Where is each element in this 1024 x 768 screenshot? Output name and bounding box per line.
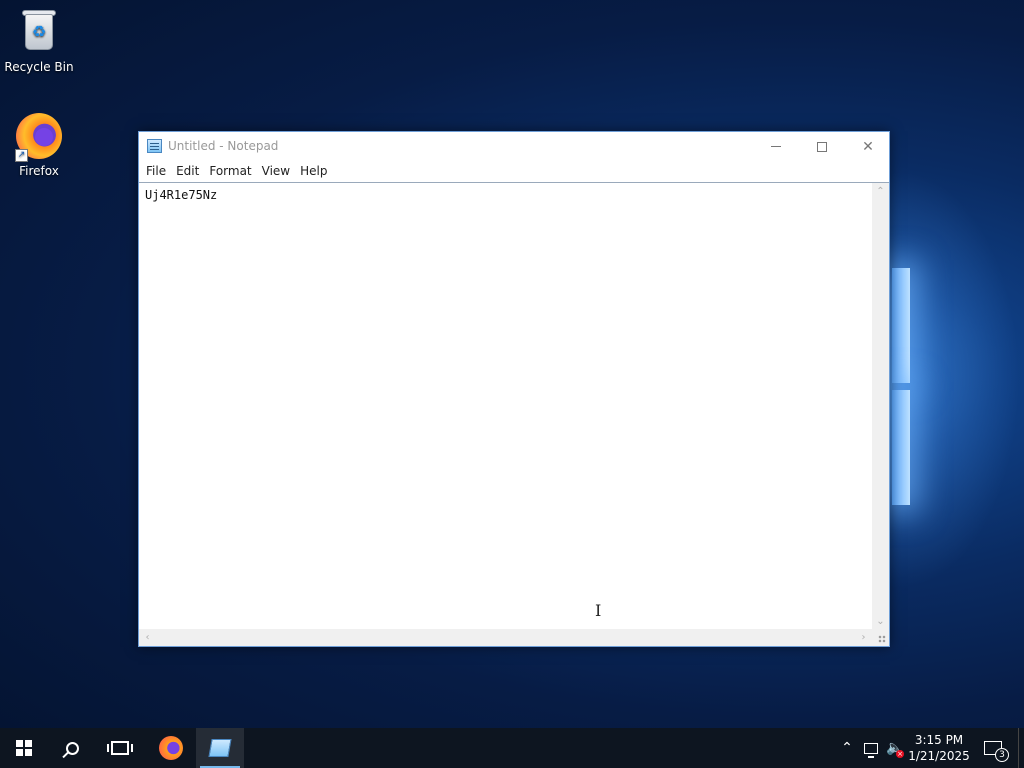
clock[interactable]: 3:15 PM 1/21/2025	[908, 728, 970, 768]
text-cursor-icon: I	[595, 601, 602, 620]
network-button[interactable]	[860, 728, 882, 768]
recycle-bin-icon: ♻	[20, 8, 58, 52]
taskbar: ⌃ 🔈 × 3:15 PM 1/21/2025 3	[0, 728, 1024, 768]
vertical-scrollbar[interactable]: ⌃ ⌄	[872, 183, 889, 630]
clock-time: 3:15 PM	[914, 733, 964, 747]
mute-icon: ×	[896, 750, 904, 758]
notepad-icon	[208, 739, 232, 757]
menu-bar: File Edit Format View Help	[139, 161, 889, 182]
firefox-label: Firefox	[19, 164, 59, 178]
maximize-button[interactable]	[799, 132, 845, 161]
notification-count-badge: 3	[995, 748, 1009, 762]
menu-help[interactable]: Help	[295, 161, 332, 182]
task-view-button[interactable]	[96, 728, 144, 768]
taskbar-notepad-button[interactable]	[196, 728, 244, 768]
notification-icon: 3	[984, 741, 1009, 762]
volume-button[interactable]: 🔈 ×	[884, 728, 906, 768]
notepad-window: Untitled - Notepad ✕ File Edit Format Vi…	[138, 131, 890, 647]
clock-date: 1/21/2025	[908, 749, 970, 763]
menu-edit[interactable]: Edit	[171, 161, 204, 182]
firefox-icon	[159, 736, 183, 760]
network-icon	[864, 742, 878, 758]
menu-file[interactable]: File	[141, 161, 171, 182]
scroll-down-icon[interactable]: ⌄	[872, 613, 889, 630]
windows-wallpaper-logo	[880, 240, 960, 540]
action-center-button[interactable]: 3	[978, 728, 1009, 768]
search-button[interactable]	[48, 728, 96, 768]
recycle-bin-label: Recycle Bin	[4, 60, 74, 74]
menu-format[interactable]: Format	[204, 161, 256, 182]
scroll-right-icon[interactable]: ›	[855, 629, 872, 646]
minimize-button[interactable]	[753, 132, 799, 161]
search-icon	[65, 741, 79, 755]
minimize-icon	[771, 146, 781, 147]
maximize-icon	[817, 141, 827, 152]
task-view-icon	[107, 741, 133, 755]
menu-view[interactable]: View	[257, 161, 295, 182]
document-text[interactable]: Uj4R1e75Nz	[145, 188, 217, 202]
show-hidden-icons-button[interactable]: ⌃	[836, 728, 858, 768]
chevron-up-icon: ⌃	[841, 740, 853, 756]
scroll-left-icon[interactable]: ‹	[139, 629, 156, 646]
window-title: Untitled - Notepad	[168, 139, 279, 153]
windows-logo-icon	[16, 740, 32, 756]
title-bar[interactable]: Untitled - Notepad ✕	[139, 132, 889, 161]
show-desktop-button[interactable]	[1018, 728, 1024, 768]
taskbar-firefox-button[interactable]	[147, 728, 195, 768]
shortcut-arrow-icon: ↗	[15, 149, 28, 162]
resize-grip[interactable]	[872, 629, 889, 646]
firefox-desktop-icon[interactable]: ↗ Firefox	[1, 112, 77, 178]
close-button[interactable]: ✕	[845, 132, 891, 161]
text-editor-area[interactable]: Uj4R1e75Nz ⌃ ⌄ ‹ ›	[139, 182, 889, 646]
notepad-app-icon[interactable]	[147, 139, 162, 153]
close-icon: ✕	[862, 138, 874, 155]
scroll-up-icon[interactable]: ⌃	[872, 183, 889, 200]
start-button[interactable]	[0, 728, 48, 768]
horizontal-scrollbar[interactable]: ‹ ›	[139, 629, 872, 646]
recycle-bin-desktop-icon[interactable]: ♻ Recycle Bin	[1, 6, 77, 74]
grip-icon	[878, 635, 886, 643]
